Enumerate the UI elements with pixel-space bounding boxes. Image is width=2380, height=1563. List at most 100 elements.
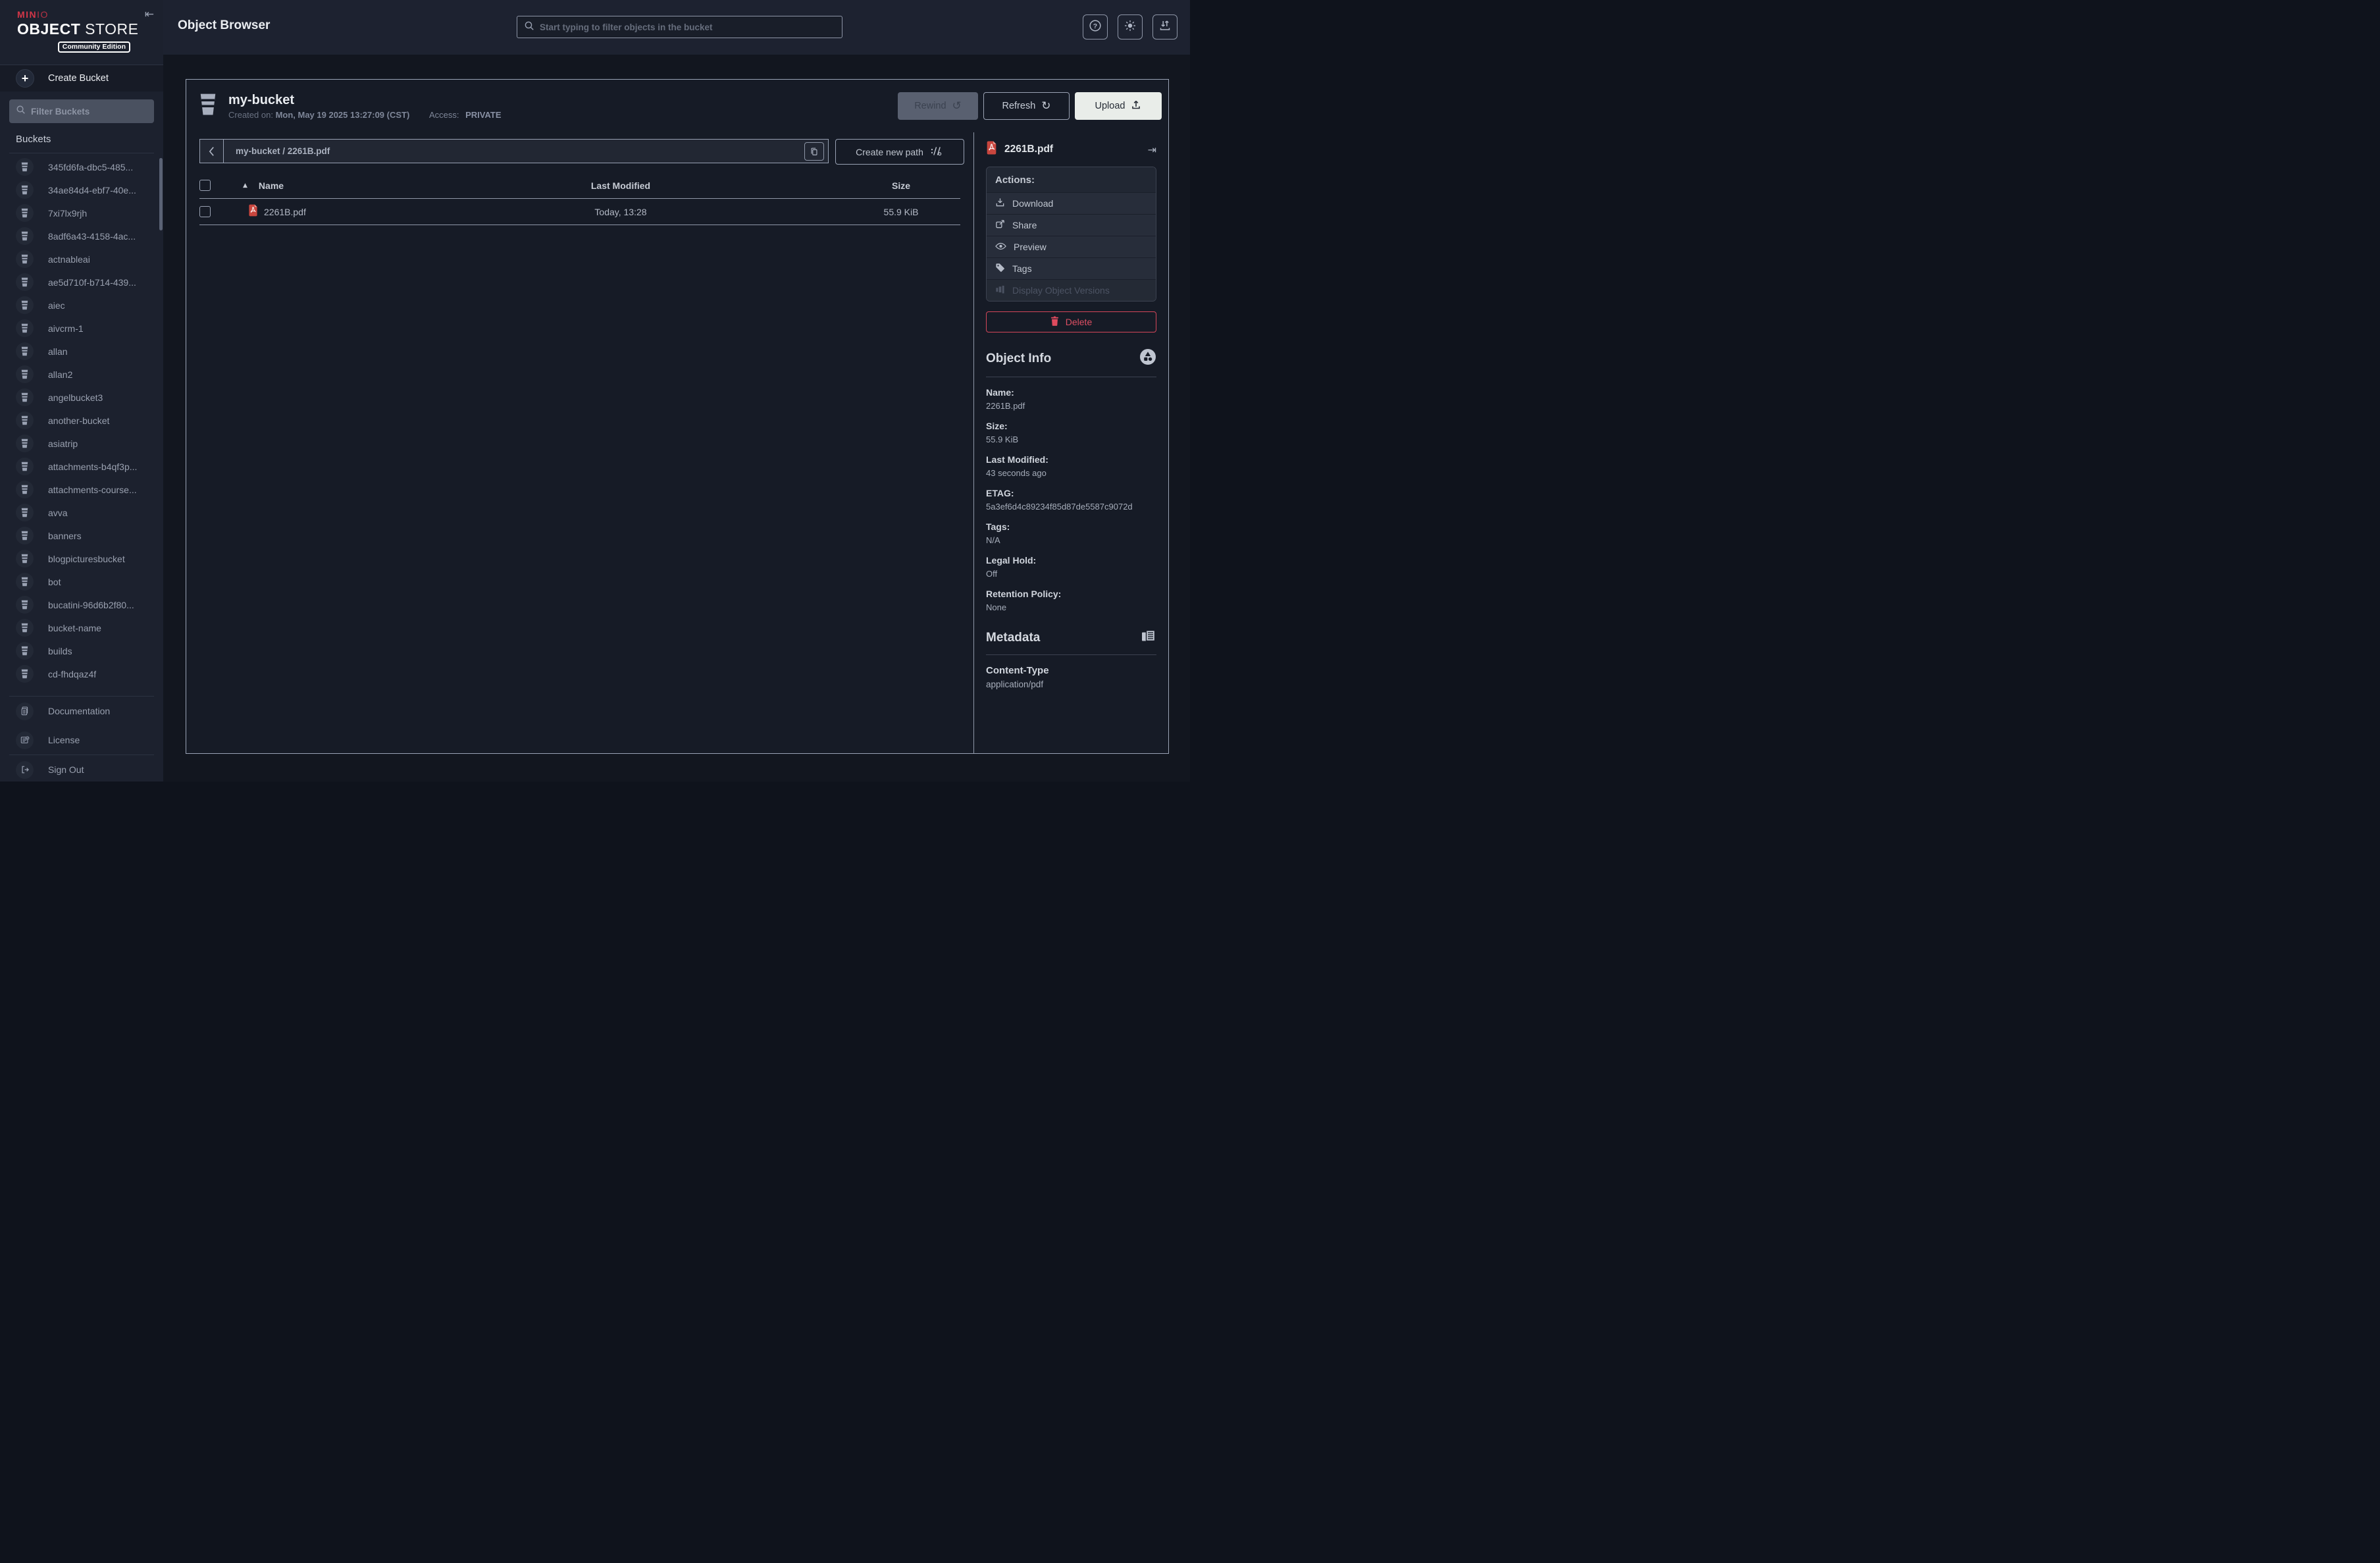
- bucket-icon: [16, 411, 34, 429]
- upload-icon: [1131, 99, 1141, 113]
- collapse-sidebar-icon[interactable]: ⇤: [145, 8, 154, 21]
- bucket-name-title: my-bucket: [228, 93, 502, 108]
- sidebar-bucket-item[interactable]: ae5d710f-b714-439...: [0, 271, 163, 294]
- sidebar-bucket-item[interactable]: blogpicturesbucket: [0, 547, 163, 570]
- object-detail-panel: 2261B.pdf ⇥ Actions: DownloadSharePrevie…: [973, 132, 1168, 753]
- page-title: Object Browser: [178, 18, 270, 33]
- actions-title: Actions:: [987, 167, 1156, 192]
- back-button[interactable]: [200, 140, 224, 163]
- bucket-panel: my-bucket Created on: Mon, May 19 2025 1…: [186, 79, 1169, 754]
- top-bar: Object Browser Start typing to filter ob…: [163, 0, 1190, 55]
- sidebar-bucket-item[interactable]: attachments-course...: [0, 478, 163, 501]
- sidebar-bucket-item[interactable]: builds: [0, 639, 163, 662]
- sidebar-bucket-item[interactable]: another-bucket: [0, 409, 163, 432]
- column-header-size[interactable]: Size: [842, 180, 960, 191]
- bucket-icon: [16, 342, 34, 360]
- trash-icon: [1050, 316, 1059, 328]
- object-last-modified: Today, 13:28: [502, 207, 739, 217]
- sidebar-bucket-item[interactable]: bucatini-96d6b2f80...: [0, 593, 163, 616]
- divider: [986, 654, 1156, 655]
- delete-button[interactable]: Delete: [986, 311, 1156, 332]
- sidebar-bucket-item[interactable]: aivcrm-1: [0, 317, 163, 340]
- action-share[interactable]: Share: [987, 214, 1156, 236]
- preview-icon: [995, 242, 1006, 252]
- sidebar-bucket-item[interactable]: avva: [0, 501, 163, 524]
- action-preview[interactable]: Preview: [987, 236, 1156, 257]
- sidebar-bucket-item[interactable]: aiec: [0, 294, 163, 317]
- sidebar-bucket-item[interactable]: 7xi7lx9rjh: [0, 201, 163, 225]
- action-download[interactable]: Download: [987, 192, 1156, 214]
- pdf-file-icon: [986, 141, 997, 158]
- object-name: 2261B.pdf: [264, 207, 306, 217]
- bucket-icon: [16, 365, 34, 383]
- filter-buckets-input[interactable]: Filter Buckets: [9, 99, 154, 123]
- tags-icon: [995, 263, 1005, 275]
- object-size: 55.9 KiB: [842, 207, 960, 217]
- upload-button[interactable]: Upload: [1075, 92, 1162, 120]
- refresh-button[interactable]: Refresh ↻: [983, 92, 1070, 120]
- bucket-icon: [16, 319, 34, 337]
- copy-path-button[interactable]: [804, 142, 824, 161]
- sidebar-bucket-item[interactable]: actnableai: [0, 248, 163, 271]
- create-new-path-button[interactable]: Create new path: [835, 139, 964, 165]
- select-all-checkbox[interactable]: [199, 180, 211, 191]
- sidebar-bucket-item[interactable]: 34ae84d4-ebf7-40e...: [0, 178, 163, 201]
- object-activity-button[interactable]: [1152, 14, 1177, 40]
- license-icon: [16, 731, 34, 749]
- bucket-icon: [16, 550, 34, 568]
- sidebar-item-documentation[interactable]: Documentation: [0, 697, 163, 726]
- sidebar-bucket-item[interactable]: allan2: [0, 363, 163, 386]
- table-header-row: ▲ Name Last Modified Size: [199, 172, 960, 199]
- rewind-button[interactable]: Rewind ↺: [898, 92, 978, 120]
- documentation-icon: [16, 702, 34, 720]
- sidebar-bucket-item[interactable]: bucket-name: [0, 616, 163, 639]
- bucket-list: 345fd6fa-dbc5-485...34ae84d4-ebf7-40e...…: [0, 155, 163, 685]
- collapse-panel-icon[interactable]: ⇥: [1148, 144, 1156, 156]
- search-icon: [16, 105, 26, 118]
- object-search-input[interactable]: Start typing to filter objects in the bu…: [517, 16, 842, 38]
- sign-out-icon: [16, 761, 34, 779]
- metadata-field: Content-Type application/pdf: [986, 665, 1156, 689]
- sun-icon: [1124, 19, 1137, 36]
- object-versions-icon: [1139, 348, 1156, 369]
- help-button[interactable]: ?: [1083, 14, 1108, 40]
- bucket-panel-header: my-bucket Created on: Mon, May 19 2025 1…: [186, 80, 1168, 132]
- actions-card: Actions: DownloadSharePreviewTagsDisplay…: [986, 167, 1156, 302]
- rewind-icon: ↺: [952, 99, 962, 113]
- sidebar-bucket-item[interactable]: angelbucket3: [0, 386, 163, 409]
- refresh-icon: ↻: [1041, 99, 1050, 113]
- sidebar-bucket-item[interactable]: 8adf6a43-4158-4ac...: [0, 225, 163, 248]
- column-header-last-modified[interactable]: Last Modified: [502, 180, 739, 191]
- sidebar-bucket-item[interactable]: bot: [0, 570, 163, 593]
- app-logo: ⇤ MINIO OBJECT STORE Community Edition: [0, 0, 163, 59]
- row-checkbox[interactable]: [199, 206, 211, 217]
- sidebar-bucket-item[interactable]: banners: [0, 524, 163, 547]
- upload-download-icon: [1158, 19, 1172, 36]
- info-field: ETAG:5a3ef6d4c89234f85d87de5587c9072d: [986, 488, 1156, 512]
- sidebar-bucket-item[interactable]: asiatrip: [0, 432, 163, 455]
- info-field: Last Modified:43 seconds ago: [986, 454, 1156, 478]
- sort-asc-icon[interactable]: ▲: [243, 182, 247, 189]
- action-tags[interactable]: Tags: [987, 257, 1156, 279]
- sidebar-bucket-item[interactable]: attachments-b4qf3p...: [0, 455, 163, 478]
- sidebar-bucket-item[interactable]: allan: [0, 340, 163, 363]
- bucket-icon: [16, 573, 34, 591]
- sidebar-bucket-item[interactable]: cd-fhdqaz4f: [0, 662, 163, 685]
- sidebar-scrollbar[interactable]: [159, 158, 163, 230]
- plus-icon: +: [16, 69, 34, 88]
- main-area: my-bucket Created on: Mon, May 19 2025 1…: [163, 55, 1190, 782]
- action-display-object-versions[interactable]: Display Object Versions: [987, 279, 1156, 301]
- sidebar-bucket-item[interactable]: 345fd6fa-dbc5-485...: [0, 155, 163, 178]
- bucket-icon: [16, 227, 34, 245]
- object-info-fields: Name:2261B.pdfSize:55.9 KiBLast Modified…: [986, 387, 1156, 612]
- bucket-icon: [198, 92, 218, 120]
- metadata-header: Metadata: [986, 629, 1156, 647]
- theme-toggle-button[interactable]: [1118, 14, 1143, 40]
- sidebar-item-sign-out[interactable]: Sign Out: [0, 755, 163, 784]
- create-bucket-button[interactable]: + Create Bucket: [0, 65, 163, 92]
- sidebar-item-license[interactable]: License: [0, 726, 163, 755]
- sidebar-footer: Documentation License Sign Out: [0, 696, 163, 784]
- column-header-name[interactable]: Name: [259, 180, 284, 191]
- table-row[interactable]: 2261B.pdf Today, 13:28 55.9 KiB: [199, 199, 960, 225]
- svg-text:?: ?: [1093, 22, 1097, 30]
